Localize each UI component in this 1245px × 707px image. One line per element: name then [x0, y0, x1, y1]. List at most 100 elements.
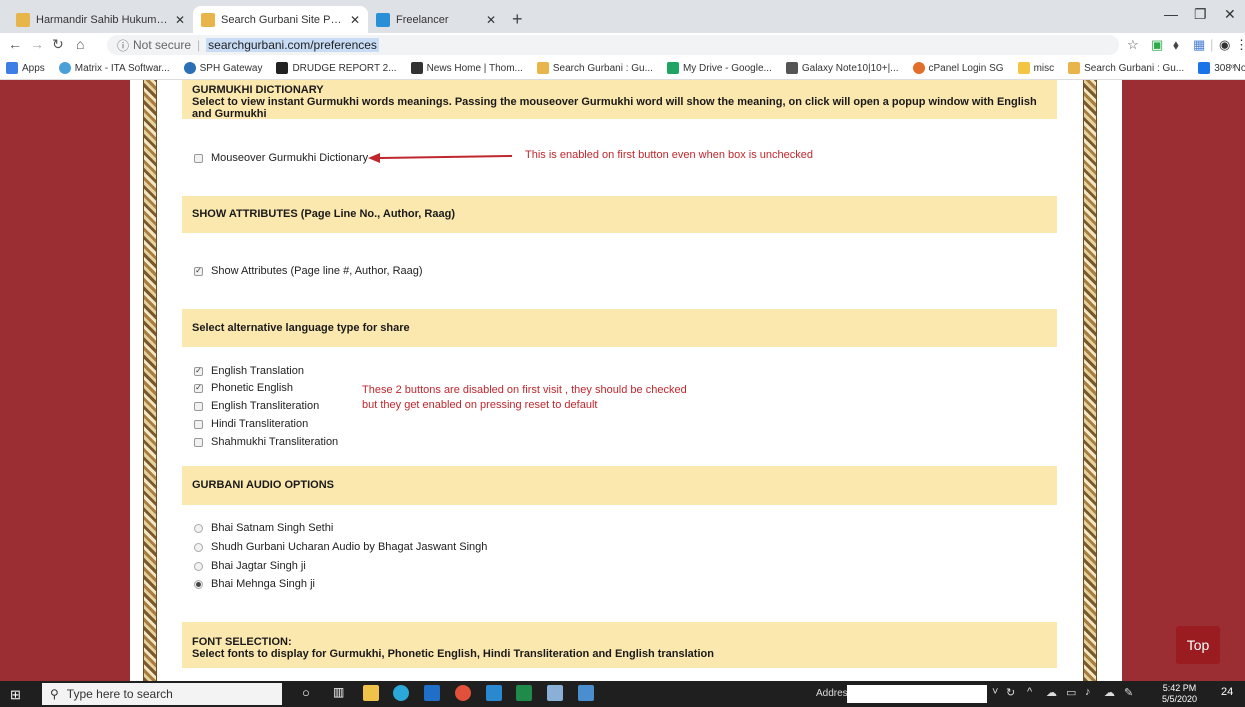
option-audio-mehnga-singh[interactable]: Bhai Mehnga Singh ji [194, 578, 315, 590]
bookmark-label: cPanel Login SG [928, 62, 1004, 74]
checkbox[interactable] [194, 401, 203, 411]
outlook-icon[interactable] [424, 685, 440, 701]
taskbar-search-input[interactable]: ⚲ Type here to search [42, 683, 282, 705]
refresh-icon[interactable]: ↻ [1006, 686, 1015, 699]
scroll-to-top-button[interactable]: Top [1176, 626, 1220, 664]
close-icon[interactable]: ✕ [175, 13, 185, 27]
security-status: Not secure [133, 38, 192, 52]
bookmark-item[interactable]: SPH Gateway [183, 62, 262, 74]
bookmark-item[interactable]: Matrix - ITA Softwar... [58, 62, 170, 74]
search-placeholder: Type here to search [66, 687, 173, 701]
radio-button[interactable] [194, 523, 203, 533]
checkbox[interactable] [194, 419, 203, 429]
bookmark-icon [276, 62, 289, 74]
radio-button[interactable] [194, 561, 203, 571]
tab-favicon-icon [16, 12, 30, 27]
option-audio-satnam-singh[interactable]: Bhai Satnam Singh Sethi [194, 522, 333, 534]
network-icon[interactable]: ▭ [1066, 686, 1076, 699]
bookmark-label: Galaxy Note10|10+|... [801, 62, 899, 74]
bookmark-apps[interactable]: Apps [6, 62, 45, 74]
option-audio-jagtar-singh[interactable]: Bhai Jagtar Singh ji [194, 560, 306, 572]
bookmark-item[interactable]: My Drive - Google... [666, 62, 772, 74]
option-label: English Translation [211, 365, 304, 377]
taskbar-clock[interactable]: 5:42 PM 5/5/2020 [1162, 683, 1197, 705]
chevron-down-icon[interactable]: ˅ [992, 686, 998, 698]
option-english-translation[interactable]: ✓ English Translation [194, 365, 304, 377]
photos-icon[interactable] [578, 685, 594, 701]
checkbox[interactable] [194, 153, 203, 163]
forward-icon[interactable]: → [30, 36, 44, 52]
mail-icon[interactable] [486, 685, 502, 701]
tab-preferences[interactable]: Search Gurbani Site Preferences ✕ [193, 6, 368, 33]
option-hindi-transliteration[interactable]: Hindi Transliteration [194, 418, 308, 430]
chrome-icon[interactable] [455, 685, 471, 701]
back-icon[interactable]: ← [8, 36, 22, 52]
cloud-icon[interactable]: ☁ [1104, 686, 1115, 699]
restore-icon[interactable]: ❐ [1194, 6, 1207, 23]
checkbox[interactable]: ✓ [194, 383, 203, 393]
bookmark-folder[interactable]: misc [1017, 62, 1055, 74]
star-icon[interactable]: ☆ [1127, 37, 1139, 53]
decorative-border [143, 80, 157, 681]
bookmark-label: misc [1033, 62, 1055, 74]
option-mouseover-dictionary[interactable]: Mouseover Gurmukhi Dictionary [194, 152, 368, 164]
bookmark-item[interactable]: cPanel Login SG [912, 62, 1004, 74]
home-icon[interactable]: ⌂ [76, 36, 84, 52]
new-tab-button[interactable]: + [512, 9, 523, 30]
volume-icon[interactable]: ♪ [1085, 686, 1091, 698]
option-shahmukhi-transliteration[interactable]: Shahmukhi Transliteration [194, 436, 338, 448]
option-phonetic-english[interactable]: ✓ Phonetic English [194, 382, 293, 394]
menu-icon[interactable]: ⋮ [1235, 37, 1245, 53]
file-explorer-icon[interactable] [363, 685, 379, 701]
section-title: FONT SELECTION: [192, 636, 292, 648]
address-bar[interactable]: ⓘ Not secure | searchgurbani.com/prefere… [107, 35, 1119, 55]
tab-hukumnama[interactable]: Harmandir Sahib Hukumnama : ✕ [8, 6, 193, 33]
url-text[interactable]: searchgurbani.com/preferences [206, 38, 379, 52]
radio-button[interactable] [194, 579, 203, 589]
bookmark-icon [410, 62, 423, 74]
profile-icon[interactable]: ◉ [1219, 37, 1230, 53]
option-english-transliteration[interactable]: English Transliteration [194, 400, 319, 412]
radio-selected-dot [196, 581, 201, 587]
extension-icon[interactable]: ▦ [1193, 37, 1205, 53]
location-icon[interactable]: ✎ [1124, 686, 1133, 699]
tray-expand-icon[interactable]: ^ [1027, 686, 1032, 698]
edge-icon[interactable] [393, 685, 409, 701]
bookmarks-overflow-icon[interactable]: » [1229, 61, 1235, 72]
bookmark-item[interactable]: Galaxy Note10|10+|... [785, 62, 899, 74]
cortana-icon[interactable]: ○ [302, 685, 318, 701]
tab-freelancer[interactable]: Freelancer ✕ [368, 6, 504, 33]
reload-icon[interactable]: ↻ [52, 36, 64, 53]
checkbox[interactable]: ✓ [194, 366, 203, 376]
extension-icon[interactable]: ▣ [1151, 37, 1163, 53]
bookmark-item[interactable]: Search Gurbani : Gu... [536, 62, 653, 74]
address-separator: | [197, 38, 201, 52]
notification-icon[interactable]: 24 [1221, 686, 1233, 698]
bookmark-item[interactable]: News Home | Thom... [410, 62, 523, 74]
checkbox[interactable]: ✓ [194, 266, 203, 276]
app-icon[interactable] [547, 685, 563, 701]
extension-pin-icon[interactable]: ⬧ [1173, 37, 1179, 53]
checkbox[interactable] [194, 437, 203, 447]
close-window-icon[interactable]: ✕ [1224, 6, 1236, 23]
info-icon[interactable]: ⓘ [117, 37, 129, 54]
bookmark-label: Search Gurbani : Gu... [1084, 62, 1185, 74]
close-icon[interactable]: ✕ [486, 13, 496, 27]
bookmark-item[interactable]: DRUDGE REPORT 2... [276, 62, 397, 74]
bookmark-item[interactable]: Search Gurbani : Gu... [1068, 62, 1184, 74]
bookmark-label: Matrix - ITA Softwar... [74, 62, 170, 74]
task-view-icon[interactable]: ▥ [333, 685, 349, 701]
onedrive-icon[interactable]: ☁ [1046, 686, 1057, 699]
bookmark-label: News Home | Thom... [426, 62, 523, 74]
annotation-note: These 2 buttons are disabled on first vi… [362, 384, 687, 396]
search-icon: ⚲ [50, 687, 59, 701]
windows-start-icon[interactable]: ⊞ [10, 687, 21, 703]
option-audio-jaswant-singh[interactable]: Shudh Gurbani Ucharan Audio by Bhagat Ja… [194, 541, 487, 553]
minimize-icon[interactable]: — [1164, 6, 1178, 22]
taskbar-address-input[interactable] [847, 685, 987, 703]
bookmark-item[interactable]: 308 North St, Pittsfi... [1198, 62, 1245, 74]
excel-icon[interactable] [516, 685, 532, 701]
radio-button[interactable] [194, 542, 203, 552]
close-icon[interactable]: ✕ [350, 13, 360, 27]
option-show-attributes[interactable]: ✓ Show Attributes (Page line #, Author, … [194, 265, 423, 277]
